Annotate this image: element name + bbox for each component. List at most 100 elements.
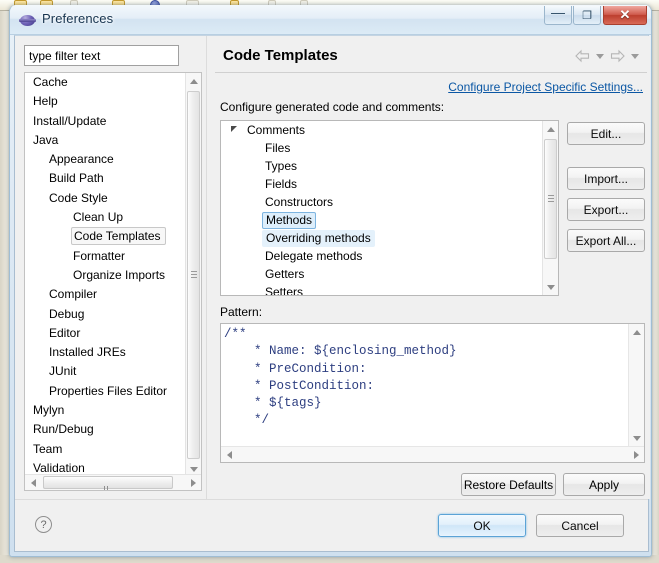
sidebar-item-java[interactable]: Java (25, 131, 186, 150)
background-right-edge (653, 11, 659, 563)
sidebar-item-label: Debug (49, 307, 84, 321)
sidebar-item-properties-files-editor[interactable]: Properties Files Editor (25, 382, 186, 401)
code-templates-vertical-scrollbar[interactable] (542, 121, 558, 295)
sidebar-item-run-debug[interactable]: Run/Debug (25, 420, 186, 439)
sidebar-item-help[interactable]: Help (25, 92, 186, 111)
preferences-tree-items: Cache Help Install/Update Java Appearance Bui… (25, 73, 186, 477)
pattern-preview[interactable]: /** * Name: ${enclosing_method} * PreCon… (220, 323, 645, 463)
edit-button[interactable]: Edit... (567, 122, 645, 145)
sidebar-item-label: Installed JREs (49, 345, 126, 359)
sidebar-item-editor[interactable]: Editor (25, 324, 186, 343)
back-dropdown-icon[interactable] (596, 54, 604, 59)
help-icon[interactable]: ? (35, 516, 52, 533)
scroll-left-icon[interactable] (221, 447, 237, 462)
scroll-up-icon[interactable] (629, 324, 644, 340)
sidebar-item-install-update[interactable]: Install/Update (25, 112, 186, 131)
sidebar-item-label: Compiler (49, 287, 97, 301)
forward-dropdown-icon[interactable] (631, 54, 639, 59)
minimize-button[interactable]: — (544, 6, 572, 25)
template-row-label: Files (265, 141, 290, 155)
template-row-label: Getters (265, 267, 304, 281)
export-all-button[interactable]: Export All... (567, 229, 645, 252)
sidebar-item-mylyn[interactable]: Mylyn (25, 401, 186, 420)
template-row-comments[interactable]: Comments (221, 121, 543, 139)
code-templates-page: Code Templates Confi (211, 36, 650, 499)
sidebar-item-installed-jres[interactable]: Installed JREs (25, 343, 186, 362)
scroll-down-icon[interactable] (629, 430, 644, 446)
forward-arrow-icon[interactable] (609, 49, 626, 63)
close-button[interactable]: ✕ (603, 6, 647, 25)
sidebar-item-formatter[interactable]: Formatter (25, 247, 186, 266)
pattern-vertical-scrollbar[interactable] (628, 324, 644, 446)
maximize-button[interactable]: ❐ (573, 6, 601, 25)
title-bar[interactable]: Preferences — ❐ ✕ (10, 5, 651, 35)
template-row-files[interactable]: Files (221, 139, 543, 157)
page-header: Code Templates (215, 42, 647, 73)
template-row-types[interactable]: Types (221, 157, 543, 175)
preferences-tree[interactable]: Cache Help Install/Update Java Appearance Bui… (24, 72, 202, 491)
template-row-label: Fields (265, 177, 297, 191)
scroll-thumb[interactable] (544, 139, 557, 259)
scroll-thumb-horizontal[interactable] (43, 476, 173, 489)
ok-button[interactable]: OK (438, 514, 526, 537)
template-row-getters[interactable]: Getters (221, 265, 543, 283)
sidebar-item-label: Formatter (73, 249, 125, 263)
restore-defaults-button[interactable]: Restore Defaults (461, 473, 556, 496)
sidebar-item-label: Appearance (49, 152, 114, 166)
sidebar-item-label: Clean Up (73, 210, 123, 224)
template-row-overriding-methods[interactable]: Overriding methods (221, 229, 543, 247)
scroll-down-icon[interactable] (543, 279, 558, 295)
sidebar-item-organize-imports[interactable]: Organize Imports (25, 266, 186, 285)
sidebar-item-label: Validation (33, 461, 85, 475)
template-row-label: Overriding methods (262, 230, 375, 247)
export-button[interactable]: Export... (567, 198, 645, 221)
sidebar-item-label: Properties Files Editor (49, 384, 167, 398)
template-row-methods[interactable]: Methods (221, 211, 543, 229)
scroll-grip-icon (104, 480, 112, 487)
preferences-tree-horizontal-scrollbar[interactable] (25, 474, 201, 490)
template-row-label: Constructors (265, 195, 333, 209)
template-row-delegate-methods[interactable]: Delegate methods (221, 247, 543, 265)
sidebar-item-code-templates[interactable]: Code Templates (25, 227, 186, 246)
template-row-setters[interactable]: Setters (221, 283, 543, 295)
back-arrow-icon[interactable] (574, 49, 591, 63)
template-row-constructors[interactable]: Constructors (221, 193, 543, 211)
sidebar-item-code-style[interactable]: Code Style (25, 189, 186, 208)
background-left-edge (0, 11, 8, 563)
expand-triangle-icon[interactable] (230, 124, 241, 135)
sidebar-item-junit[interactable]: JUnit (25, 362, 186, 381)
configure-project-specific-settings-link[interactable]: Configure Project Specific Settings... (448, 80, 643, 94)
scroll-thumb[interactable] (187, 91, 200, 459)
scroll-up-icon[interactable] (186, 73, 201, 89)
template-row-label: Methods (262, 212, 316, 229)
sidebar-item-label: Install/Update (33, 114, 106, 128)
sidebar-item-debug[interactable]: Debug (25, 305, 186, 324)
scroll-left-icon[interactable] (25, 475, 41, 490)
scroll-right-icon[interactable] (628, 447, 644, 462)
preferences-tree-vertical-scrollbar[interactable] (185, 73, 201, 477)
sidebar-item-label: Code Templates (71, 227, 166, 245)
sidebar-item-appearance[interactable]: Appearance (25, 150, 186, 169)
sidebar-item-build-path[interactable]: Build Path (25, 169, 186, 188)
preferences-dialog: Preferences — ❐ ✕ Cache Help Install/Updat… (9, 5, 652, 557)
template-row-fields[interactable]: Fields (221, 175, 543, 193)
pattern-horizontal-scrollbar[interactable] (221, 446, 644, 462)
filter-input[interactable] (24, 45, 179, 66)
template-row-label: Delegate methods (265, 249, 362, 263)
code-templates-tree[interactable]: Comments Files Types Fields Constructors Meth… (220, 120, 559, 296)
sidebar-item-cache[interactable]: Cache (25, 73, 186, 92)
sidebar-item-label: Build Path (49, 171, 104, 185)
sidebar-item-label: Cache (33, 75, 68, 89)
import-button[interactable]: Import... (567, 167, 645, 190)
apply-button[interactable]: Apply (563, 473, 645, 496)
scroll-up-icon[interactable] (543, 121, 558, 137)
sidebar-item-label: Editor (49, 326, 80, 340)
scroll-right-icon[interactable] (185, 475, 201, 490)
sidebar-item-clean-up[interactable]: Clean Up (25, 208, 186, 227)
preferences-navigation-pane: Cache Help Install/Update Java Appearance Bui… (15, 36, 206, 499)
window-title: Preferences (42, 11, 113, 26)
sidebar-item-compiler[interactable]: Compiler (25, 285, 186, 304)
sidebar-item-team[interactable]: Team (25, 440, 186, 459)
cancel-button[interactable]: Cancel (536, 514, 624, 537)
template-row-label: Types (265, 159, 297, 173)
